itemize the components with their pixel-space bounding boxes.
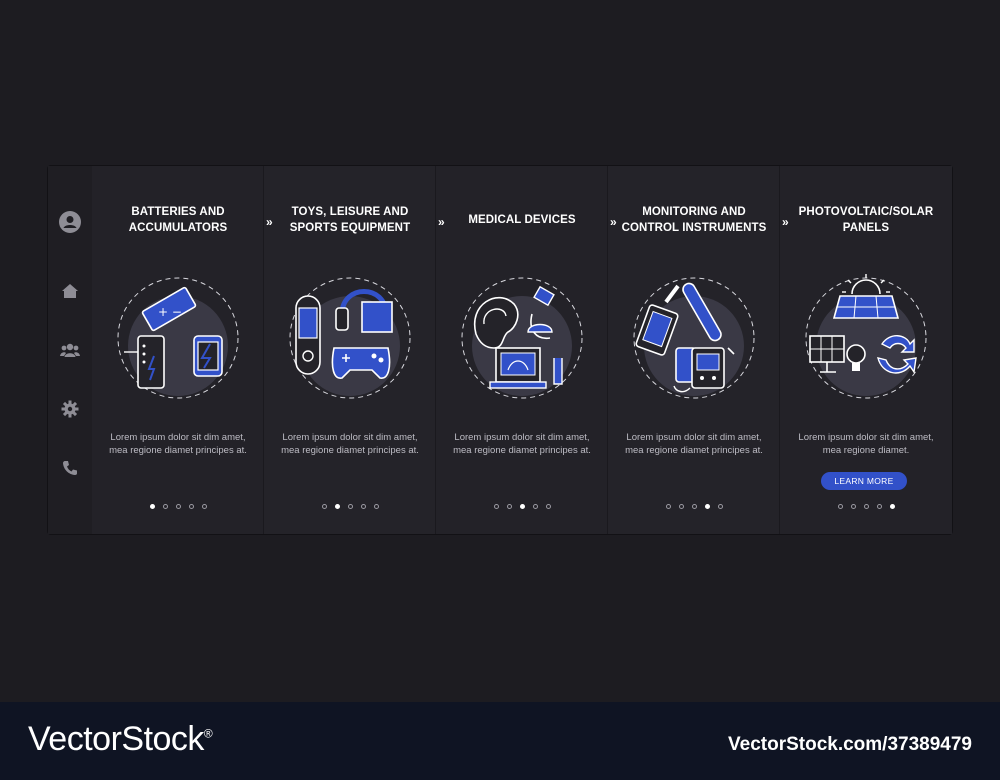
- pagination-dot-3[interactable]: [175, 504, 181, 509]
- pagination-dot-3[interactable]: [863, 504, 869, 509]
- pagination-dot-1[interactable]: [493, 504, 499, 509]
- pagination-dot-1[interactable]: [149, 504, 155, 509]
- medical-illustration: [461, 277, 583, 399]
- pagination-dot-2[interactable]: [334, 504, 340, 509]
- pagination-dot-2[interactable]: [850, 504, 856, 509]
- gear-icon[interactable]: [58, 397, 82, 421]
- screen-title: PHOTOVOLTAIC/SOLAR PANELS: [798, 206, 934, 234]
- pagination-dot-4[interactable]: [704, 504, 710, 509]
- pagination-dot-1[interactable]: [321, 504, 327, 509]
- pagination-dots: [436, 504, 608, 509]
- screen-medical: MEDICAL DEVICES » Lorem ipsum dolor sit …: [436, 166, 617, 534]
- pagination-dot-5[interactable]: [717, 504, 723, 509]
- screen-description: Lorem ipsum dolor sit dim amet, mea regi…: [453, 432, 591, 456]
- pagination-dot-1[interactable]: [837, 504, 843, 509]
- pagination-dot-2[interactable]: [678, 504, 684, 509]
- screen-description: Lorem ipsum dolor sit dim amet, mea regi…: [109, 432, 247, 456]
- screen-title: TOYS, LEISURE AND SPORTS EQUIPMENT: [289, 206, 411, 234]
- next-arrow-icon: »: [610, 215, 617, 229]
- pagination-dot-5[interactable]: [373, 504, 379, 509]
- next-arrow-icon: »: [266, 215, 273, 229]
- screen-batteries: BATTERIES AND ACCUMULATORS » + − Lorem i…: [92, 166, 273, 534]
- pagination-dot-2[interactable]: [506, 504, 512, 509]
- screen-solar: PHOTOVOLTAIC/SOLAR PANELS Lorem ipsum do…: [780, 166, 952, 534]
- pagination-dot-3[interactable]: [347, 504, 353, 509]
- next-arrow-icon: »: [438, 215, 445, 229]
- phone-icon[interactable]: [58, 456, 82, 480]
- vectorstock-logo: VectorStock®: [28, 720, 213, 759]
- learn-more-button[interactable]: LEARN MORE: [821, 472, 907, 490]
- pagination-dot-2[interactable]: [162, 504, 168, 509]
- home-icon[interactable]: [58, 279, 82, 303]
- pagination-dot-4[interactable]: [360, 504, 366, 509]
- pagination-dots: [780, 504, 952, 509]
- users-icon[interactable]: [58, 338, 82, 362]
- sidebar: [48, 166, 92, 534]
- watermark-footer: VectorStock® VectorStock.com/37389479: [0, 702, 1000, 780]
- pagination-dots: [264, 504, 436, 509]
- user-icon[interactable]: [58, 210, 82, 234]
- brand-mark: ®: [203, 726, 213, 741]
- brand-name: VectorStock: [28, 720, 204, 758]
- pagination-dot-1[interactable]: [665, 504, 671, 509]
- monitoring-illustration: [633, 277, 755, 399]
- toys-illustration: [289, 277, 411, 399]
- onboarding-frame: BATTERIES AND ACCUMULATORS » + − Lorem i…: [48, 166, 952, 534]
- pagination-dot-5[interactable]: [889, 504, 895, 509]
- next-arrow-icon: »: [782, 215, 789, 229]
- pagination-dot-5[interactable]: [201, 504, 207, 509]
- pagination-dots: [92, 504, 264, 509]
- screen-title: BATTERIES AND ACCUMULATORS: [128, 206, 228, 234]
- pagination-dot-4[interactable]: [188, 504, 194, 509]
- screen-description: Lorem ipsum dolor sit dim amet, mea regi…: [625, 432, 763, 456]
- screen-toys: TOYS, LEISURE AND SPORTS EQUIPMENT » Lor…: [264, 166, 445, 534]
- screen-title: MONITORING AND CONTROL INSTRUMENTS: [621, 206, 767, 234]
- onboarding-screens: BATTERIES AND ACCUMULATORS » + − Lorem i…: [92, 166, 952, 534]
- svg-text:+ −: + −: [158, 305, 182, 319]
- batteries-illustration: + −: [117, 277, 239, 399]
- screen-title: MEDICAL DEVICES: [468, 214, 576, 226]
- image-id: VectorStock.com/37389479: [728, 734, 972, 755]
- pagination-dot-3[interactable]: [519, 504, 525, 509]
- screen-monitoring: MONITORING AND CONTROL INSTRUMENTS » Lor…: [608, 166, 789, 534]
- pagination-dot-4[interactable]: [532, 504, 538, 509]
- pagination-dot-5[interactable]: [545, 504, 551, 509]
- pagination-dot-4[interactable]: [876, 504, 882, 509]
- pagination-dots: [608, 504, 780, 509]
- screen-description: Lorem ipsum dolor sit dim amet, mea regi…: [281, 432, 419, 456]
- pagination-dot-3[interactable]: [691, 504, 697, 509]
- screen-description: Lorem ipsum dolor sit dim amet, mea regi…: [798, 432, 934, 456]
- solar-illustration: [805, 274, 927, 399]
